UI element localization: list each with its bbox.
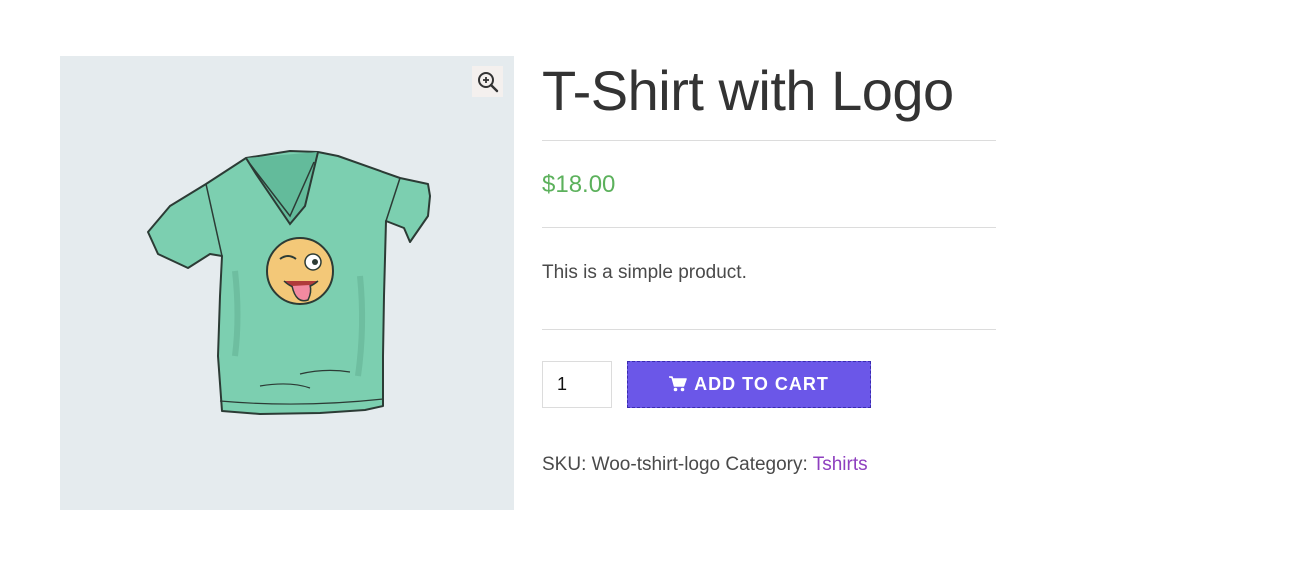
product-price: $18.00 [542,171,616,198]
cart-icon [669,376,687,392]
product-image[interactable] [60,56,514,510]
product-meta: SKU: Woo-tshirt-logo Category: Tshirts [542,408,996,476]
product-title: T-Shirt with Logo [542,59,954,122]
category-label: Category: [725,454,808,475]
add-to-cart-label: ADD TO CART [694,373,829,394]
add-to-cart-form: ADD TO CART [542,330,996,408]
add-to-cart-button[interactable]: ADD TO CART [627,360,871,408]
product-page: T-Shirt with Logo $18.00 This is a simpl… [0,0,1294,561]
category-link[interactable]: Tshirts [813,454,868,475]
zoom-in-icon [477,71,498,92]
zoom-button[interactable] [472,66,503,97]
sku-value: Woo-tshirt-logo [591,454,721,475]
sku-label: SKU: [542,454,587,475]
product-summary: T-Shirt with Logo $18.00 This is a simpl… [542,56,996,476]
quantity-input[interactable] [542,360,612,408]
product-gallery [60,56,514,510]
product-description: This is a simple product. [542,262,747,283]
